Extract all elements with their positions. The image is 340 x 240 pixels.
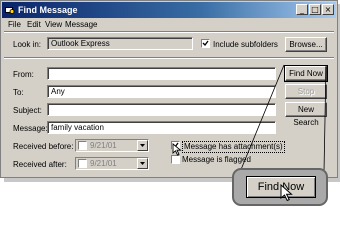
mouse-pointer-icon	[172, 143, 182, 156]
zoom-callout: Find Now	[232, 168, 328, 206]
mouse-pointer-icon	[280, 184, 293, 202]
